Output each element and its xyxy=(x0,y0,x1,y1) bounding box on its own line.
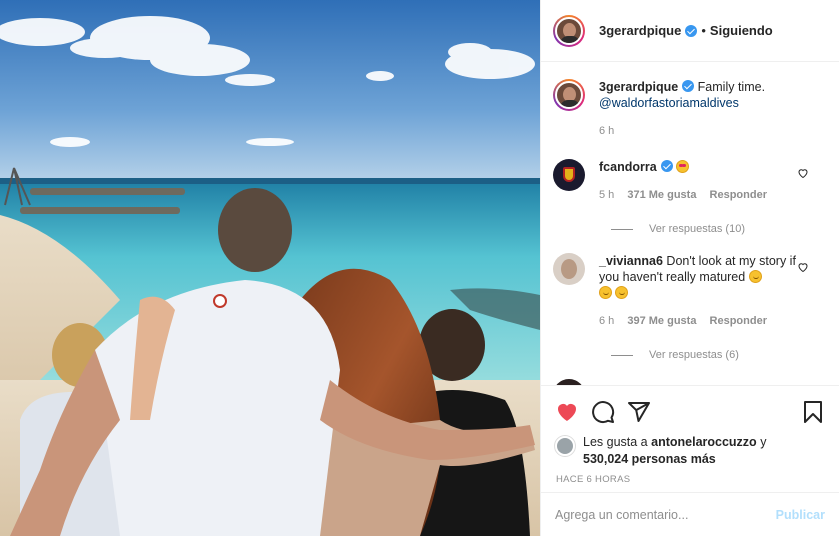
comment-item: fcandorra 5 h 371 Me gusta Responder xyxy=(553,159,827,203)
verified-badge-icon xyxy=(682,80,695,92)
comments-list[interactable]: 3gerardpique Family time. @waldorfastori… xyxy=(541,63,839,385)
comment-username[interactable]: fcandorra xyxy=(599,160,657,174)
instagram-post-view: 3gerardpique • Siguiendo 3gerardpique Fa… xyxy=(0,0,839,536)
post-caption: 3gerardpique Family time. @waldorfastori… xyxy=(553,79,827,139)
beach-family-photo xyxy=(0,0,540,536)
comment-time: 5 h xyxy=(599,189,615,201)
comment-item: _vivianna6 Don't look at my story if you… xyxy=(553,253,827,329)
comment-like-heart-icon[interactable] xyxy=(797,261,809,273)
caption-time: 6 h xyxy=(599,125,615,137)
author-avatar[interactable] xyxy=(553,14,585,47)
caption-author-avatar[interactable] xyxy=(553,79,585,111)
view-replies-button[interactable]: Ver respuestas (10) xyxy=(611,223,827,235)
view-replies-button[interactable]: Ver respuestas (6) xyxy=(611,349,827,361)
reply-button[interactable]: Responder xyxy=(710,315,767,327)
comment-time: 6 h xyxy=(599,315,615,327)
comment-likes[interactable]: 371 Me gusta xyxy=(627,189,696,201)
likes-prefix: Les gusta a xyxy=(583,435,648,449)
bookmark-icon[interactable] xyxy=(801,400,825,424)
verified-badge-icon xyxy=(685,24,698,37)
smirk-emoji-icon xyxy=(615,286,629,299)
share-icon[interactable] xyxy=(627,400,651,424)
following-button[interactable]: Siguiendo xyxy=(710,23,773,38)
comment-likes[interactable]: 397 Me gusta xyxy=(627,315,696,327)
caption-username[interactable]: 3gerardpique xyxy=(599,80,678,94)
caption-text: Family time. xyxy=(697,80,766,94)
liker-username[interactable]: antonelaroccuzzo xyxy=(651,435,757,449)
vivianna6-avatar[interactable] xyxy=(553,253,585,285)
likes-count[interactable]: 530,024 personas más xyxy=(583,452,716,466)
post-actions: Les gusta a antonelaroccuzzo y 530,024 p… xyxy=(541,385,839,485)
comment-input[interactable] xyxy=(555,507,776,522)
heart-icon[interactable] xyxy=(555,400,579,424)
verified-badge-icon xyxy=(660,160,673,172)
smirk-emoji-icon xyxy=(748,270,762,283)
likes-summary: Les gusta a antonelaroccuzzo y 530,024 p… xyxy=(555,434,825,468)
heart-eyes-emoji-icon xyxy=(676,160,690,173)
post-timestamp[interactable]: HACE 6 HORAS xyxy=(556,474,825,485)
author-username[interactable]: 3gerardpique xyxy=(599,23,681,38)
comment-like-heart-icon[interactable] xyxy=(797,167,809,179)
post-details-panel: 3gerardpique • Siguiendo 3gerardpique Fa… xyxy=(540,0,839,536)
separator-dot: • xyxy=(701,23,706,38)
comment-icon[interactable] xyxy=(591,400,615,424)
likes-conj: y xyxy=(760,435,767,449)
caption-mention-link[interactable]: @waldorfastoriamaldives xyxy=(599,96,739,110)
smirk-emoji-icon xyxy=(599,286,612,299)
liker-avatar[interactable] xyxy=(555,436,575,456)
reply-button[interactable]: Responder xyxy=(710,189,767,201)
comment-username[interactable]: _vivianna6 xyxy=(599,254,663,268)
add-comment-bar: Publicar xyxy=(541,492,839,536)
post-header: 3gerardpique • Siguiendo xyxy=(541,0,839,62)
publish-button[interactable]: Publicar xyxy=(776,508,825,522)
post-photo[interactable] xyxy=(0,0,540,536)
fcandorra-avatar[interactable] xyxy=(553,159,585,191)
